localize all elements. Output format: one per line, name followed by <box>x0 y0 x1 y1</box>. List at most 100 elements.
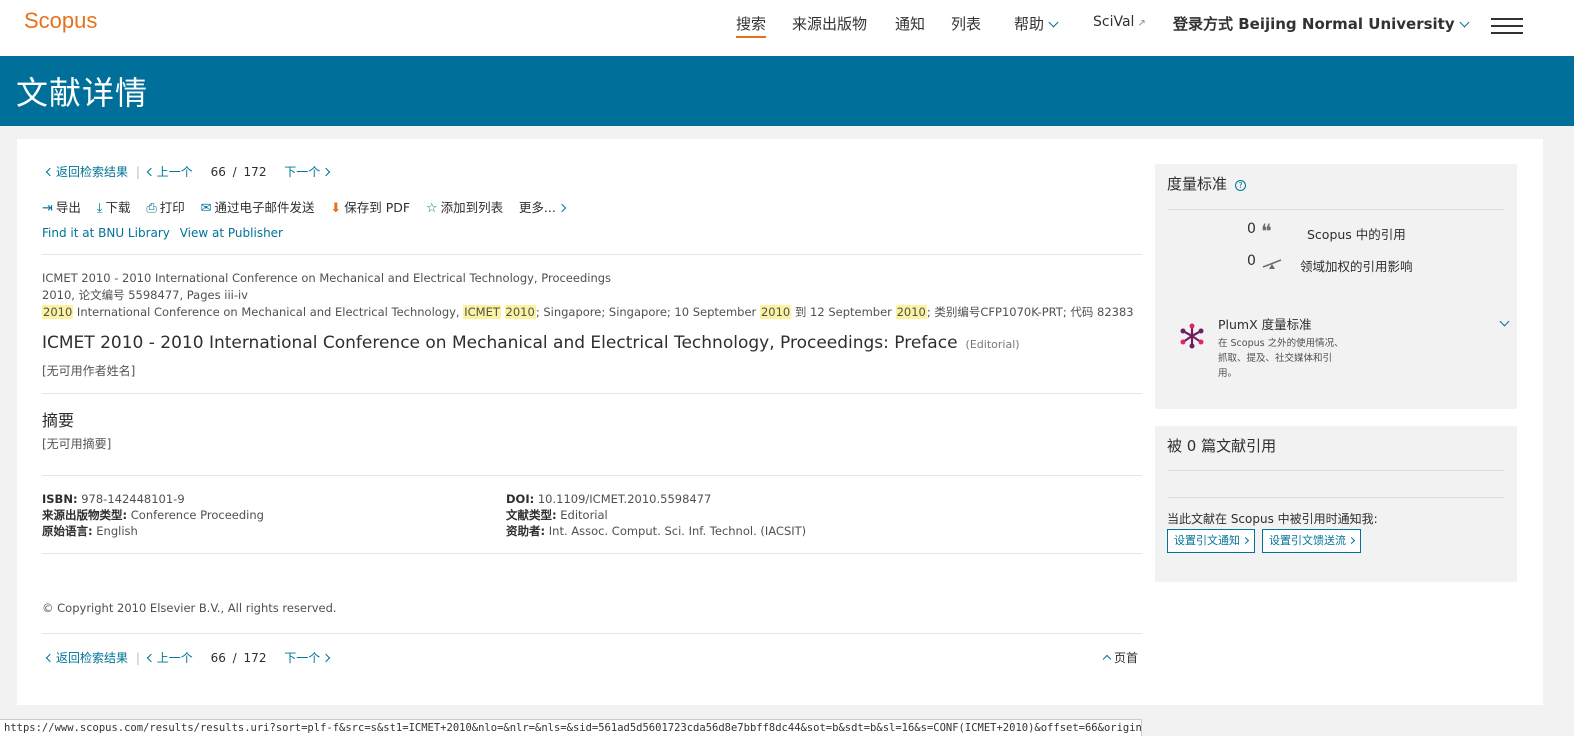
sponsor-label: 资助者: <box>506 524 546 538</box>
citations-label[interactable]: Scopus 中的引用 <box>1307 224 1406 243</box>
export-icon: ⇥ <box>42 201 53 216</box>
current-index: 66 <box>210 651 226 665</box>
details-right: DOI: 10.1109/ICMET.2010.5598477 文献类型: Ed… <box>506 491 806 539</box>
email-icon: ✉ <box>200 201 212 216</box>
divider: | <box>135 651 140 665</box>
highlight-term: 2010 <box>759 305 792 319</box>
isbn-label: ISBN: <box>42 492 78 506</box>
back-to-results-link[interactable]: 返回检索结果 <box>45 165 128 179</box>
nav-sources[interactable]: 来源出版物 <box>792 13 867 34</box>
set-citation-feed-button[interactable]: 设置引文馈送流 <box>1262 529 1361 553</box>
highlight-term: 2010 <box>504 305 536 319</box>
plumx-desc-line: 在 Scopus 之外的使用情况、 <box>1218 338 1344 349</box>
export-button[interactable]: ⇥ 导出 <box>42 200 81 216</box>
divider <box>1167 209 1505 210</box>
set-citation-alert-label: 设置引文通知 <box>1174 534 1240 547</box>
chevron-down-icon <box>1048 17 1059 28</box>
previous-label: 上一个 <box>156 165 193 179</box>
highlight-term: ICMET <box>463 305 501 319</box>
chevron-left-icon <box>146 167 155 177</box>
metrics-card: 度量标准? 0 ❝ Scopus 中的引用 0 领域加权的引用影响 PlumX … <box>1155 164 1517 409</box>
conference-text: ; 类别编号CFP1070K-PRT; 代码 82383 <box>926 305 1134 319</box>
chevron-right-icon <box>322 653 331 663</box>
nav-scival-label: SciVal <box>1093 14 1135 30</box>
cited-by-heading: 被 0 篇文献引用 <box>1167 437 1277 455</box>
nav-help[interactable]: 帮助 <box>1014 13 1059 34</box>
scopus-logo[interactable]: Scopus <box>24 8 97 34</box>
view-at-publisher-link[interactable]: View at Publisher <box>180 226 283 240</box>
next-link[interactable]: 下一个 <box>284 651 331 665</box>
document-title-row: ICMET 2010 - 2010 International Conferen… <box>42 333 1020 353</box>
previous-link[interactable]: 上一个 <box>146 165 193 179</box>
back-to-top-link[interactable]: 页首 <box>1102 649 1138 666</box>
menu-icon[interactable] <box>1491 18 1523 34</box>
divider <box>42 393 1142 394</box>
find-at-bnu-link[interactable]: Find it at BNU Library <box>42 226 170 240</box>
scale-icon <box>1262 259 1282 269</box>
language-value: English <box>96 524 138 538</box>
source-type-label: 来源出版物类型: <box>42 508 128 522</box>
document-type-value: Editorial <box>560 508 608 522</box>
save-pdf-button[interactable]: ⬇ 保存到 PDF <box>330 200 410 216</box>
current-index: 66 <box>210 165 226 179</box>
set-citation-alert-button[interactable]: 设置引文通知 <box>1167 529 1255 553</box>
chevron-right-icon <box>1347 536 1356 545</box>
divider <box>42 254 1142 255</box>
nav-search[interactable]: 搜索 <box>736 13 767 38</box>
nav-lists[interactable]: 列表 <box>951 13 981 34</box>
abstract-heading: 摘要 <box>42 411 75 430</box>
more-button[interactable]: 更多... <box>518 200 567 215</box>
back-to-results-link[interactable]: 返回检索结果 <box>45 651 129 665</box>
email-label: 通过电子邮件发送 <box>214 200 315 215</box>
pager-slash: / <box>232 651 237 665</box>
previous-link[interactable]: 上一个 <box>146 651 193 665</box>
help-icon[interactable]: ? <box>1235 180 1247 191</box>
pager-bottom: 返回检索结果 | 上一个 66 / 172 下一个 <box>45 649 331 666</box>
more-label: 更多... <box>518 200 556 215</box>
chevron-down-icon[interactable] <box>1499 316 1510 327</box>
plumx-title[interactable]: PlumX 度量标准 <box>1218 314 1312 333</box>
year-article-pages: 2010, 论文编号 5598477, Pages iii-iv <box>42 288 248 302</box>
chevron-down-icon <box>1459 17 1470 28</box>
next-link[interactable]: 下一个 <box>284 165 331 179</box>
doi-value[interactable]: 10.1109/ICMET.2010.5598477 <box>538 492 712 506</box>
citation-count: 0 <box>1247 221 1256 237</box>
document-title: ICMET 2010 - 2010 International Conferen… <box>42 333 958 353</box>
download-icon: ⤓ <box>96 201 103 216</box>
pdf-icon: ⬇ <box>330 201 342 216</box>
print-label: 打印 <box>159 200 185 215</box>
details-left: ISBN: 978-142448101-9 来源出版物类型: Conferenc… <box>42 491 264 539</box>
total-count: 172 <box>243 165 267 179</box>
language-label: 原始语言: <box>42 524 93 538</box>
nav-scival[interactable]: SciVal ↗ <box>1093 14 1146 30</box>
divider <box>1167 497 1505 498</box>
document-toolbar: ⇥ 导出 ⤓ 下载 ⎙ 打印 ✉ 通过电子邮件发送 ⬇ 保存到 PDF ☆ 添加到列表 更多… <box>42 197 567 216</box>
export-label: 导出 <box>55 200 81 215</box>
fwci-count: 0 <box>1247 253 1256 269</box>
language-row: 原始语言: English <box>42 523 264 539</box>
divider: | <box>135 165 140 179</box>
divider <box>42 475 1142 476</box>
download-button[interactable]: ⤓ 下载 <box>96 200 131 216</box>
nav-login-label: 登录方式 Beijing Normal University <box>1173 15 1455 33</box>
chevron-left-icon <box>45 167 55 177</box>
print-button[interactable]: ⎙ 打印 <box>146 200 185 216</box>
divider <box>42 553 1142 554</box>
back-label: 返回检索结果 <box>56 651 129 665</box>
pager-slash: / <box>232 165 237 179</box>
email-button[interactable]: ✉ 通过电子邮件发送 <box>200 200 315 216</box>
add-to-list-button[interactable]: ☆ 添加到列表 <box>426 200 503 216</box>
copyright: © Copyright 2010 Elsevier B.V., All righ… <box>42 601 337 615</box>
divider <box>1167 470 1505 471</box>
download-label: 下载 <box>105 200 131 215</box>
conference-text: International Conference on Mechanical a… <box>73 305 464 319</box>
nav-alerts[interactable]: 通知 <box>895 13 925 34</box>
conference-text: ; Singapore; Singapore; 10 September <box>535 305 760 319</box>
isbn-value: 978-142448101-9 <box>81 492 185 506</box>
highlight-term: 2010 <box>895 305 927 319</box>
fwci-label[interactable]: 领域加权的引用影响 <box>1300 256 1413 275</box>
page-title: 文献详情 <box>16 74 149 112</box>
previous-label: 上一个 <box>156 651 193 665</box>
nav-login[interactable]: 登录方式 Beijing Normal University <box>1173 13 1470 34</box>
fulltext-links: Find it at BNU Library View at Publisher <box>42 226 283 240</box>
